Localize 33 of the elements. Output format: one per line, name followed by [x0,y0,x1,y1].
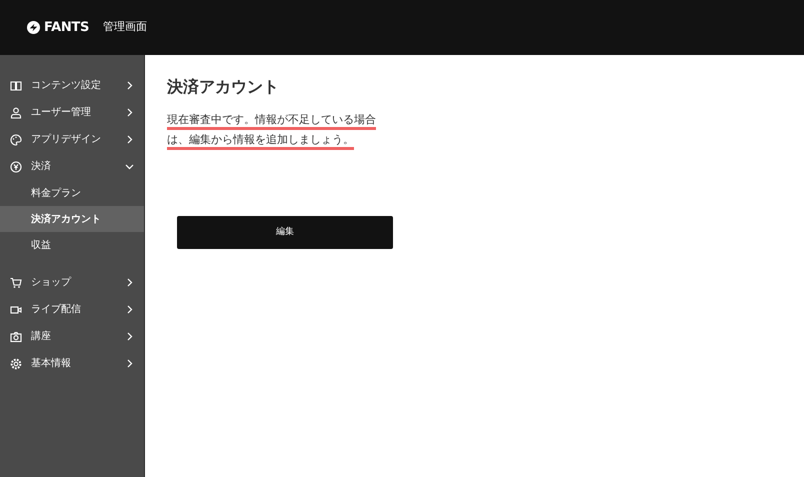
sidebar-subitem[interactable]: 収益 [0,232,144,258]
sidebar-label: 講座 [31,330,52,344]
cart-icon [10,276,22,288]
sidebar-item[interactable]: アプリデザイン [0,126,144,153]
sidebar-item[interactable]: 基本情報 [0,350,144,377]
sidebar-label: アプリデザイン [31,132,102,147]
user-icon [10,106,22,118]
sidebar-subitem[interactable]: 決済アカウント [0,206,144,232]
gear-icon [10,358,22,370]
logo-icon [27,21,40,34]
page-title: 決済アカウント [167,77,280,96]
logo: FANTS [44,18,90,37]
camera-icon [10,330,22,342]
book-icon [10,80,22,92]
sidebar-subitem[interactable]: 料金プラン [0,180,144,206]
edit-button[interactable]: 編集 [177,216,393,250]
sidebar-item[interactable]: ライブ配信 [0,296,144,323]
sidebar-label: ユーザー管理 [31,106,92,120]
sidebar-item[interactable]: コンテンツ設定 [0,72,144,99]
sidebar-label: コンテンツ設定 [31,78,102,93]
sidebar-item[interactable]: 講座 [0,323,144,350]
video-camera-icon [10,304,22,316]
sidebar-label: ライブ配信 [31,302,82,317]
sidebar-item[interactable]: ショップ [0,269,144,296]
sidebar-label: 決済 [31,160,52,174]
sidebar-item[interactable]: ユーザー管理 [0,99,144,126]
yen-icon [10,160,22,172]
sidebar-label: 基本情報 [31,356,72,371]
sidebar-item[interactable]: 決済 [0,153,144,180]
header-title: 管理画面 [103,19,148,36]
status-message: 現在審査中です。情報が不足している場合は、編集から情報を追加しましょう。 [167,112,377,148]
sidebar-label: ショップ [31,276,72,290]
palette-icon [10,134,22,146]
